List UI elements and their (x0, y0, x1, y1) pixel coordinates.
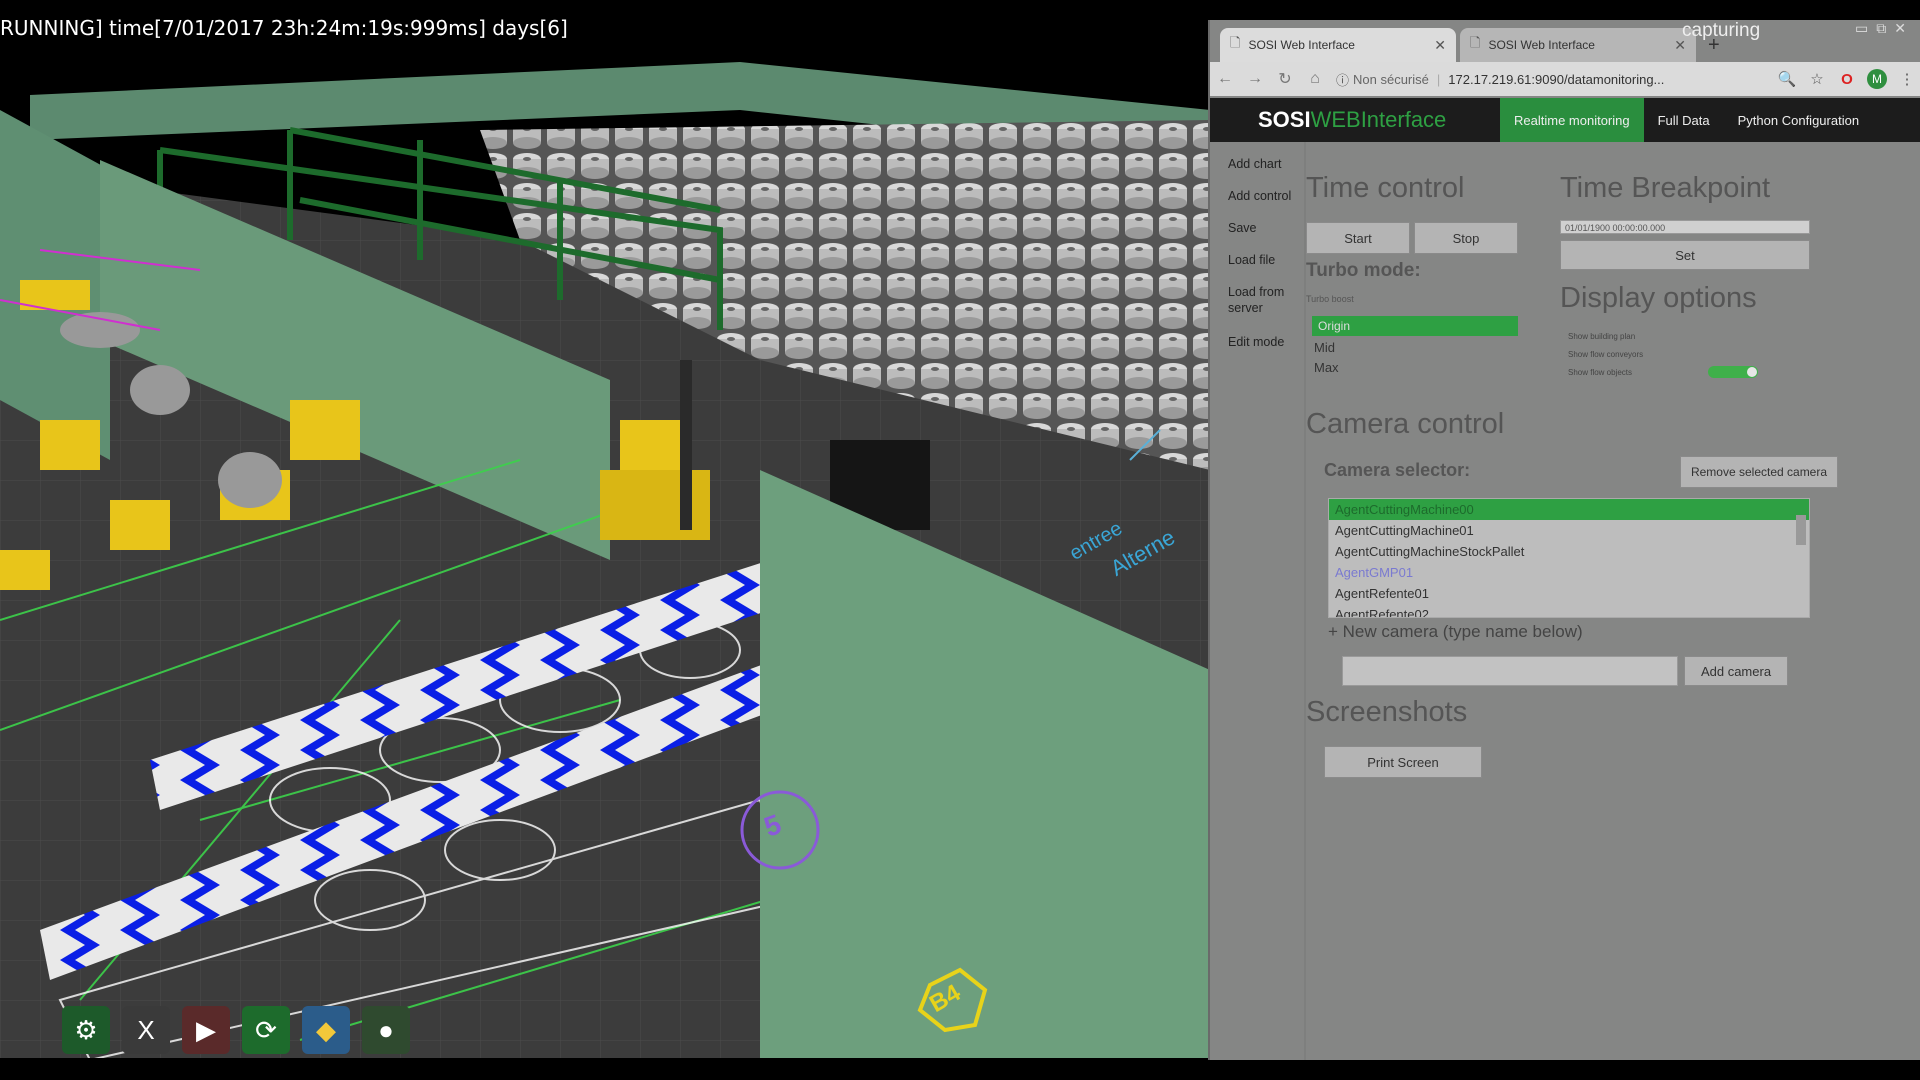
capturing-label: capturing (1682, 20, 1761, 41)
show-flow-objects-label: Show flow objects (1568, 368, 1633, 377)
time-breakpoint-title: Time Breakpoint (1560, 172, 1771, 204)
excel-icon[interactable]: X (122, 1006, 170, 1054)
window-controls: ▭ ⧉ ✕ (1855, 20, 1906, 37)
browser-tabs: 🗋 SOSI Web Interface ✕ 🗋 SOSI Web Interf… (1220, 28, 1720, 62)
turbo-mode-title: Turbo mode: (1306, 260, 1421, 281)
menu-kebab-icon[interactable]: ⋮ (1892, 70, 1920, 88)
new-camera-input[interactable] (1342, 656, 1678, 686)
camera-list-item[interactable]: AgentRefente01 (1329, 583, 1809, 604)
simulation-status-text: RUNNING] time[7/01/2017 23h:24m:19s:999m… (0, 16, 568, 40)
nav-realtime-monitoring[interactable]: Realtime monitoring (1500, 98, 1644, 142)
tab-title: SOSI Web Interface (1488, 38, 1595, 52)
sidebar-load-from-server[interactable]: Load from server (1210, 284, 1292, 316)
camera-list-item[interactable]: AgentGMP01 (1329, 562, 1809, 583)
browser-window: 🗋 SOSI Web Interface ✕ 🗋 SOSI Web Interf… (1208, 20, 1920, 1060)
back-icon[interactable]: ← (1210, 70, 1240, 88)
maximize-icon[interactable]: ⧉ (1876, 20, 1886, 37)
home-icon[interactable]: ⌂ (1300, 70, 1330, 88)
display-options-title: Display options (1560, 282, 1757, 314)
app-brand: SOSIWEBInterface (1210, 107, 1500, 133)
remove-selected-camera-button[interactable]: Remove selected camera (1680, 456, 1838, 488)
sidebar-add-chart[interactable]: Add chart (1210, 156, 1304, 172)
refresh-app-icon[interactable]: ⟳ (242, 1006, 290, 1054)
app-navbar: SOSIWEBInterface Realtime monitoring Ful… (1210, 98, 1920, 142)
turbo-option-max[interactable]: Max (1314, 360, 1339, 375)
tab-title: SOSI Web Interface (1248, 38, 1355, 52)
camera-list-item[interactable]: AgentRefente02 (1329, 604, 1809, 617)
url-text: 172.17.219.61:9090/datamonitoring... (1448, 71, 1665, 87)
start-button[interactable]: Start (1306, 222, 1410, 254)
document-icon: 🗋 (1470, 35, 1481, 50)
new-camera-label: + New camera (type name below) (1328, 622, 1583, 641)
screenshots-title: Screenshots (1306, 696, 1468, 728)
nav-full-data[interactable]: Full Data (1644, 98, 1724, 142)
forward-icon[interactable]: → (1240, 70, 1270, 88)
add-camera-button[interactable]: Add camera (1684, 656, 1788, 686)
reload-icon[interactable]: ↻ (1270, 69, 1300, 89)
camera-list[interactable]: AgentCuttingMachine00 AgentCuttingMachin… (1328, 498, 1810, 618)
breakpoint-input[interactable]: 01/01/1900 00:00:00.000 (1560, 220, 1810, 234)
brand-prefix: SOSI (1258, 107, 1311, 132)
sidebar-load-file[interactable]: Load file (1210, 252, 1304, 268)
close-window-icon[interactable]: ✕ (1894, 20, 1906, 37)
security-label: Non sécurisé (1353, 71, 1429, 87)
main-panel: Time control Start Stop Turbo mode: Turb… (1304, 142, 1920, 1060)
close-tab-icon[interactable]: ✕ (1434, 37, 1446, 54)
brand-suffix: WEBInterface (1310, 107, 1447, 132)
stop-button[interactable]: Stop (1414, 222, 1518, 254)
green-app-icon[interactable]: ● (362, 1006, 410, 1054)
settings-gear-icon[interactable]: ⚙ (62, 1006, 110, 1054)
sidebar-save[interactable]: Save (1210, 220, 1304, 236)
camera-selector-label: Camera selector: (1324, 460, 1471, 480)
bottom-bar (0, 1058, 1920, 1080)
media-player-icon[interactable]: ▶ (182, 1006, 230, 1054)
scrollbar-thumb[interactable] (1796, 515, 1806, 545)
camera-list-item[interactable]: AgentCuttingMachine01 (1329, 520, 1809, 541)
url-field[interactable]: ⓘ Non sécurisé | 172.17.219.61:9090/data… (1336, 70, 1756, 89)
info-icon: ⓘ (1336, 72, 1350, 88)
set-button[interactable]: Set (1560, 240, 1810, 270)
address-bar: ← → ↻ ⌂ ⓘ Non sécurisé | 172.17.219.61:9… (1210, 62, 1920, 96)
browser-tab[interactable]: 🗋 SOSI Web Interface ✕ (1220, 28, 1456, 62)
document-icon: 🗋 (1230, 35, 1241, 50)
python-icon[interactable]: ◆ (302, 1006, 350, 1054)
show-building-plan-label: Show building plan (1568, 332, 1636, 341)
avatar[interactable]: M (1867, 69, 1887, 89)
opera-extension-icon[interactable]: O (1832, 71, 1862, 88)
camera-list-item[interactable]: AgentCuttingMachine00 (1329, 499, 1809, 520)
time-control-title: Time control (1306, 172, 1465, 204)
camera-control-title: Camera control (1306, 408, 1505, 440)
print-screen-button[interactable]: Print Screen (1324, 746, 1482, 778)
zoom-icon[interactable]: 🔍 (1772, 70, 1802, 88)
show-flow-objects-toggle[interactable] (1708, 366, 1758, 378)
turbo-option-origin[interactable]: Origin (1312, 316, 1518, 336)
turbo-option-mid[interactable]: Mid (1314, 340, 1335, 355)
browser-tab[interactable]: 🗋 SOSI Web Interface ✕ (1460, 28, 1696, 62)
taskbar: ⚙ X ▶ ⟳ ◆ ● (62, 1000, 410, 1060)
sidebar-add-control[interactable]: Add control (1210, 188, 1304, 204)
minimize-icon[interactable]: ▭ (1855, 20, 1868, 37)
turbo-boost-label: Turbo boost (1306, 294, 1354, 304)
nav-python-configuration[interactable]: Python Configuration (1724, 98, 1873, 142)
bookmark-star-icon[interactable]: ☆ (1802, 70, 1832, 88)
camera-list-item[interactable]: AgentCuttingMachineStockPallet (1329, 541, 1809, 562)
sidebar: Add chart Add control Save Load file Loa… (1210, 142, 1306, 1060)
show-flow-conveyors-label: Show flow conveyors (1568, 350, 1644, 359)
sidebar-edit-mode[interactable]: Edit mode (1210, 334, 1304, 350)
